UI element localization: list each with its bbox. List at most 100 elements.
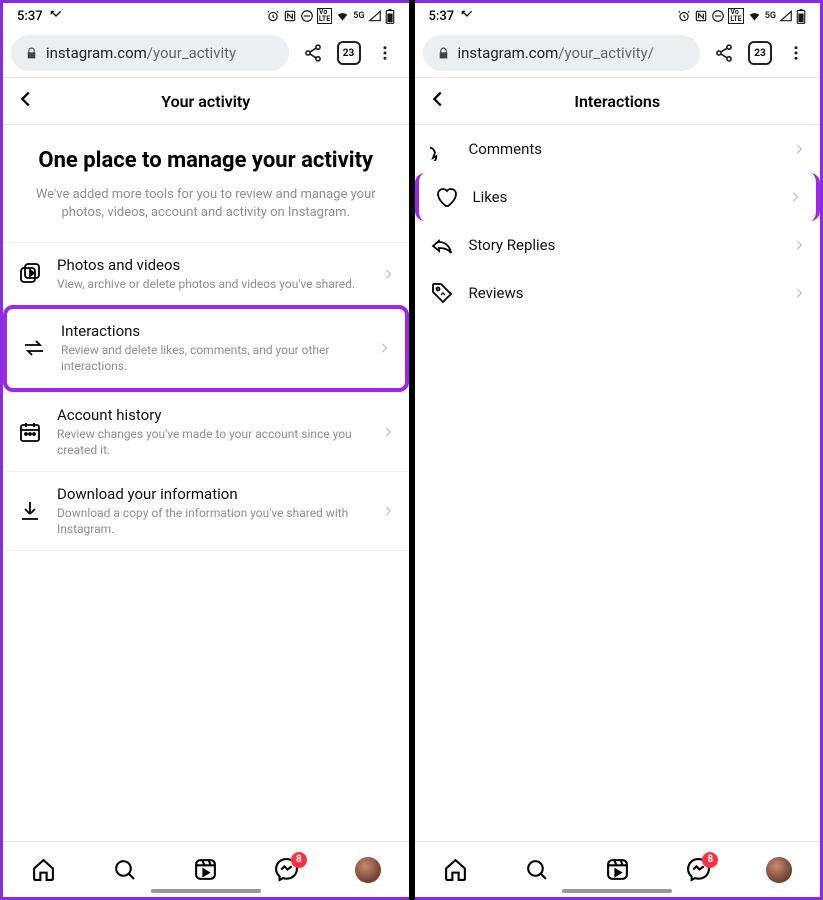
menu-item-interactions[interactable]: Interactions Review and delete likes, co… [3, 305, 409, 391]
menu-item-download-info[interactable]: Download your information Download a cop… [3, 471, 409, 551]
chevron-right-icon [381, 425, 395, 439]
share-icon [303, 43, 323, 63]
page-title: Interactions [574, 92, 660, 111]
nav-search[interactable] [522, 856, 550, 884]
search-icon [112, 857, 137, 882]
kebab-icon [376, 44, 394, 62]
home-icon [443, 857, 468, 882]
nav-profile[interactable] [354, 856, 382, 884]
activity-menu: Photos and videos View, archive or delet… [3, 242, 409, 551]
tab-count[interactable]: 23 [748, 41, 772, 65]
menu-title: Likes [473, 188, 775, 206]
url-bar[interactable]: instagram.com/your_activity/ [423, 35, 701, 71]
messages-badge: 8 [702, 852, 718, 868]
page-header: Interactions [415, 77, 821, 125]
nav-reels[interactable] [603, 856, 631, 884]
url-bar[interactable]: instagram.com/your_activity [11, 35, 289, 71]
menu-title: Photos and videos [57, 256, 367, 274]
volte-icon: VoLTE [728, 8, 743, 24]
nav-search[interactable] [111, 856, 139, 884]
missed-call-icon [49, 9, 63, 23]
calendar-icon [17, 419, 43, 445]
intro-desc: We've added more tools for you to review… [21, 186, 391, 222]
menu-item-reviews[interactable]: Reviews [415, 269, 821, 317]
chevron-right-icon [381, 267, 395, 281]
chevron-right-icon [377, 341, 391, 355]
reels-icon [193, 857, 218, 882]
menu-item-story-replies[interactable]: Story Replies [415, 221, 821, 269]
tab-count[interactable]: 23 [337, 41, 361, 65]
signal-icon [368, 9, 382, 23]
dnd-icon [300, 9, 314, 23]
url-path: /your_activity/ [558, 44, 654, 62]
chevron-right-icon [381, 504, 395, 518]
back-button[interactable] [15, 88, 37, 114]
status-time: 5:37 [17, 9, 43, 24]
menu-title: Interactions [61, 322, 363, 340]
intro-section: One place to manage your activity We've … [3, 125, 409, 242]
nav-messages[interactable]: 8 [684, 856, 712, 884]
home-icon [31, 857, 56, 882]
menu-item-account-history[interactable]: Account history Review changes you've ma… [3, 392, 409, 471]
battery-icon [385, 9, 395, 24]
alarm-icon [266, 9, 280, 23]
5g-label: 5G [353, 11, 364, 21]
browser-menu-button[interactable] [369, 37, 401, 69]
nav-profile[interactable] [765, 856, 793, 884]
status-bar: 5:37 VoLTE 5G [3, 3, 409, 29]
messages-badge: 8 [291, 852, 307, 868]
wifi-icon [335, 9, 350, 23]
nav-reels[interactable] [192, 856, 220, 884]
menu-title: Download your information [57, 485, 367, 503]
volte-icon: VoLTE [317, 8, 332, 24]
lock-icon [25, 47, 38, 60]
interactions-menu: Comments Likes Story Replies [415, 125, 821, 317]
avatar [766, 857, 792, 883]
signal-icon [779, 9, 793, 23]
status-bar: 5:37 VoLTE 5G [415, 3, 821, 29]
share-icon [714, 43, 734, 63]
nav-home[interactable] [441, 856, 469, 884]
page-title: Your activity [161, 92, 250, 111]
chevron-right-icon [792, 142, 806, 156]
menu-desc: Review changes you've made to your accou… [57, 426, 367, 458]
menu-item-likes[interactable]: Likes [415, 173, 821, 221]
missed-call-icon [460, 9, 474, 23]
chevron-right-icon [792, 238, 806, 252]
comment-icon [429, 136, 455, 162]
menu-item-comments[interactable]: Comments [415, 125, 821, 173]
status-time: 5:37 [429, 9, 455, 24]
menu-item-photos-videos[interactable]: Photos and videos View, archive or delet… [3, 242, 409, 305]
nav-messages[interactable]: 8 [273, 856, 301, 884]
heart-icon [433, 184, 459, 210]
search-icon [524, 857, 549, 882]
nfc-icon [283, 9, 297, 23]
interactions-icon [21, 335, 47, 361]
nfc-icon [694, 9, 708, 23]
share-button[interactable] [708, 37, 740, 69]
download-icon [17, 498, 43, 524]
home-indicator [562, 889, 672, 893]
photos-icon [17, 261, 43, 287]
share-button[interactable] [297, 37, 329, 69]
avatar [355, 857, 381, 883]
kebab-icon [787, 44, 805, 62]
menu-desc: Review and delete likes, comments, and y… [61, 342, 363, 374]
menu-title: Account history [57, 406, 367, 424]
reels-icon [605, 857, 630, 882]
alarm-icon [677, 9, 691, 23]
menu-desc: Download a copy of the information you'v… [57, 505, 367, 537]
nav-home[interactable] [30, 856, 58, 884]
home-indicator [151, 889, 261, 893]
url-domain: instagram.com [458, 44, 559, 62]
chevron-left-icon [15, 88, 37, 110]
browser-bar: instagram.com/your_activity/ 23 [415, 29, 821, 77]
dnd-icon [711, 9, 725, 23]
menu-title: Reviews [469, 284, 779, 302]
5g-label: 5G [765, 11, 776, 21]
back-button[interactable] [427, 88, 449, 114]
chevron-left-icon [427, 88, 449, 110]
browser-menu-button[interactable] [780, 37, 812, 69]
wifi-icon [747, 9, 762, 23]
tag-icon [429, 280, 455, 306]
